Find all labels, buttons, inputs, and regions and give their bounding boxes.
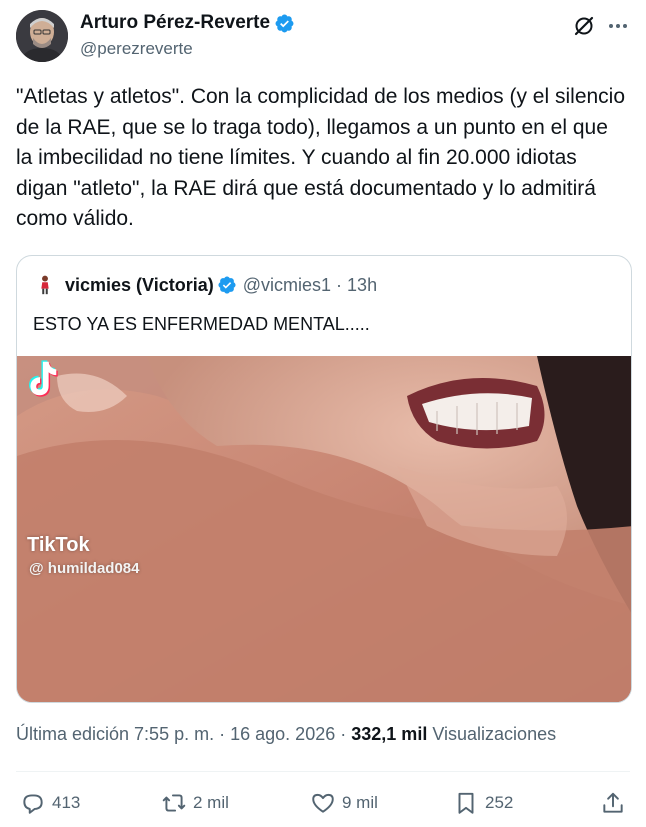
tweet-header: Arturo Pérez-Reverte @perezreverte: [16, 10, 630, 66]
author-display-name[interactable]: Arturo Pérez-Reverte: [80, 12, 270, 34]
tiktok-watermark-brand: TikTok: [27, 534, 90, 556]
tweet-meta: Última edición 7:55 p. m. · 16 ago. 2026…: [16, 724, 556, 745]
bookmark-button[interactable]: 252: [453, 786, 513, 820]
quoted-handle: @vicmies1: [242, 274, 332, 295]
views-count: 332,1 mil: [351, 724, 428, 744]
woman-runner-emoji-icon: [41, 275, 49, 295]
quoted-video-thumbnail[interactable]: TikTok @ humildad084: [17, 356, 631, 702]
quoted-tweet[interactable]: vicmies (Victoria) @vicmies1 · 13h ESTO …: [16, 255, 632, 703]
share-button[interactable]: [600, 786, 632, 820]
meta-separator: ·: [219, 724, 226, 744]
repost-icon: [162, 794, 186, 812]
quoted-display-name[interactable]: vicmies (Victoria): [65, 275, 214, 296]
author-handle[interactable]: @perezreverte: [80, 39, 193, 59]
grok-icon[interactable]: [572, 14, 596, 38]
quoted-author-avatar[interactable]: [33, 273, 57, 297]
tweet-text: "Atletas y atletos". Con la complicidad …: [16, 85, 631, 230]
tiktok-icon: [28, 360, 58, 397]
author-name-row: Arturo Pérez-Reverte: [80, 12, 295, 34]
author-avatar-image: [16, 10, 68, 62]
verified-badge-icon[interactable]: [274, 13, 295, 34]
bookmark-count: 252: [485, 793, 514, 812]
divider: [16, 771, 630, 772]
like-icon: [312, 793, 334, 813]
quoted-separator: ·: [336, 274, 343, 295]
reply-icon: [23, 794, 43, 814]
more-icon[interactable]: [606, 14, 630, 38]
reply-button[interactable]: 413: [20, 786, 80, 820]
video-frame-art: [17, 356, 631, 702]
action-bar: 413 2 mil 9 mil 252: [16, 786, 630, 820]
share-icon: [603, 792, 623, 813]
like-count: 9 mil: [342, 793, 378, 812]
bookmark-icon: [458, 792, 474, 814]
views-label: Visualizaciones: [432, 724, 557, 744]
author-avatar[interactable]: [16, 10, 68, 62]
edited-timestamp[interactable]: Última edición 7:55 p. m.: [16, 724, 214, 744]
quoted-timestamp[interactable]: 13h: [347, 275, 377, 296]
tweet-date[interactable]: 16 ago. 2026: [230, 724, 335, 744]
reply-count: 413: [52, 793, 81, 812]
tiktok-watermark-user: @ humildad084: [29, 560, 140, 577]
like-button[interactable]: 9 mil: [310, 786, 378, 820]
repost-count: 2 mil: [193, 793, 229, 812]
quoted-verified-badge-icon: [218, 276, 236, 294]
quoted-tweet-header: vicmies (Victoria) @vicmies1 · 13h: [33, 270, 377, 300]
quoted-tweet-text: ESTO YA ES ENFERMEDAD MENTAL.....: [33, 314, 370, 334]
meta-separator: ·: [340, 724, 347, 744]
repost-button[interactable]: 2 mil: [161, 786, 229, 820]
